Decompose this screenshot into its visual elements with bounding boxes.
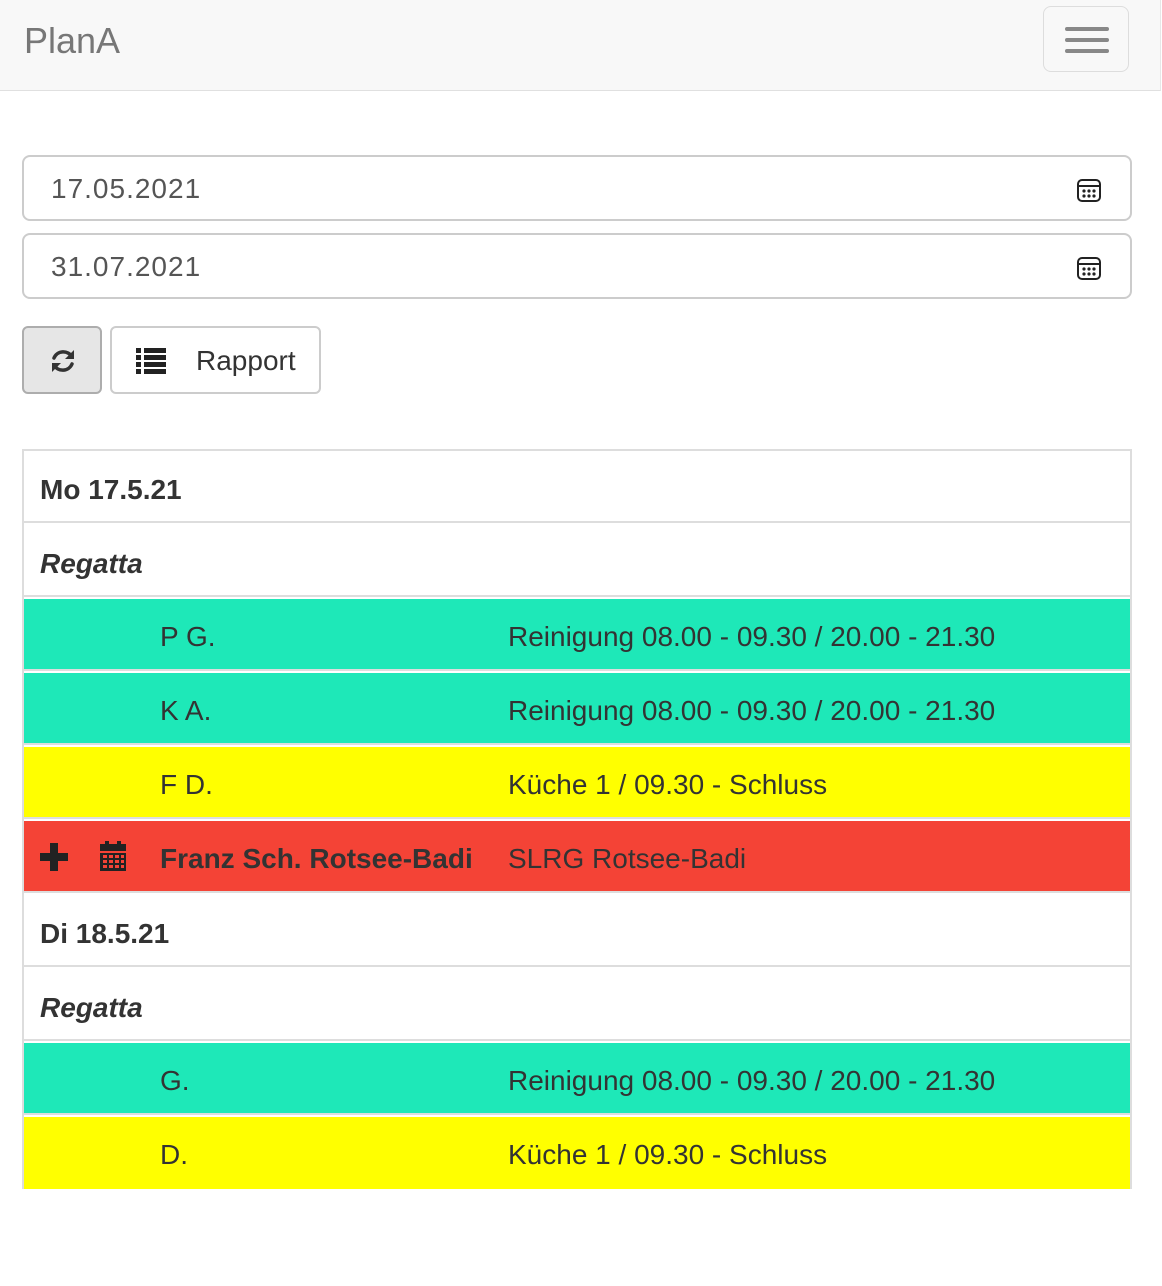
calendar-icon[interactable]	[1076, 255, 1102, 281]
to-date-value: 31.07.2021	[51, 251, 202, 282]
hamburger-icon-bar	[1065, 49, 1109, 53]
table-row[interactable]: P G. Reinigung 08.00 - 09.30 / 20.00 - 2…	[24, 599, 1130, 671]
day-date: Di 18.5.21	[40, 918, 170, 949]
brand-logo[interactable]: PlanA	[24, 20, 120, 62]
shift-task: Reinigung 08.00 - 09.30 / 20.00 - 21.30	[508, 1065, 996, 1096]
event-name: Regatta	[40, 992, 143, 1023]
day-date: Mo 17.5.21	[40, 474, 182, 505]
table-row[interactable]: Franz Sch. Rotsee-Badi SLRG Rotsee-Badi	[24, 821, 1130, 893]
refresh-button[interactable]	[22, 326, 102, 394]
menu-toggle-button[interactable]	[1043, 6, 1129, 72]
table-row[interactable]: D. Küche 1 / 09.30 - Schluss	[24, 1117, 1130, 1189]
report-button[interactable]: Rapport	[110, 326, 321, 394]
calendar-icon[interactable]	[1076, 177, 1102, 203]
person-name: Franz Sch. Rotsee-Badi	[160, 843, 473, 874]
to-date-input[interactable]: 31.07.2021	[22, 233, 1132, 299]
event-row: Regatta	[24, 969, 1130, 1041]
person-name: D.	[160, 1139, 188, 1170]
person-name: F D.	[160, 769, 213, 800]
schedule-table: Mo 17.5.21 Regatta P G. Reinigung 08.00 …	[22, 449, 1132, 1189]
report-button-label: Rapport	[196, 345, 296, 376]
shift-task: Reinigung 08.00 - 09.30 / 20.00 - 21.30	[508, 695, 996, 726]
person-name: G.	[160, 1065, 190, 1096]
list-icon	[136, 348, 166, 374]
day-header-row: Mo 17.5.21	[24, 451, 1130, 523]
person-name: K A.	[160, 695, 212, 726]
event-name: Regatta	[40, 548, 143, 579]
day-header-row: Di 18.5.21	[24, 895, 1130, 967]
shift-task: Küche 1 / 09.30 - Schluss	[508, 1139, 828, 1170]
hamburger-icon-bar	[1065, 38, 1109, 42]
navbar: PlanA	[0, 0, 1161, 91]
from-date-input[interactable]: 17.05.2021	[22, 155, 1132, 221]
person-name: P G.	[160, 621, 216, 652]
from-date-value: 17.05.2021	[51, 173, 202, 204]
table-row[interactable]: K A. Reinigung 08.00 - 09.30 / 20.00 - 2…	[24, 673, 1130, 745]
refresh-icon	[52, 350, 74, 372]
table-row[interactable]: F D. Küche 1 / 09.30 - Schluss	[24, 747, 1130, 819]
event-row: Regatta	[24, 525, 1130, 597]
shift-task: Küche 1 / 09.30 - Schluss	[508, 769, 828, 800]
table-row[interactable]: G. Reinigung 08.00 - 09.30 / 20.00 - 21.…	[24, 1043, 1130, 1115]
plus-icon[interactable]	[40, 843, 68, 871]
shift-task: SLRG Rotsee-Badi	[508, 843, 747, 874]
calendar-icon[interactable]	[100, 841, 126, 871]
hamburger-icon	[1065, 27, 1109, 31]
plus-icon-v	[50, 843, 58, 871]
shift-task: Reinigung 08.00 - 09.30 / 20.00 - 21.30	[508, 621, 996, 652]
